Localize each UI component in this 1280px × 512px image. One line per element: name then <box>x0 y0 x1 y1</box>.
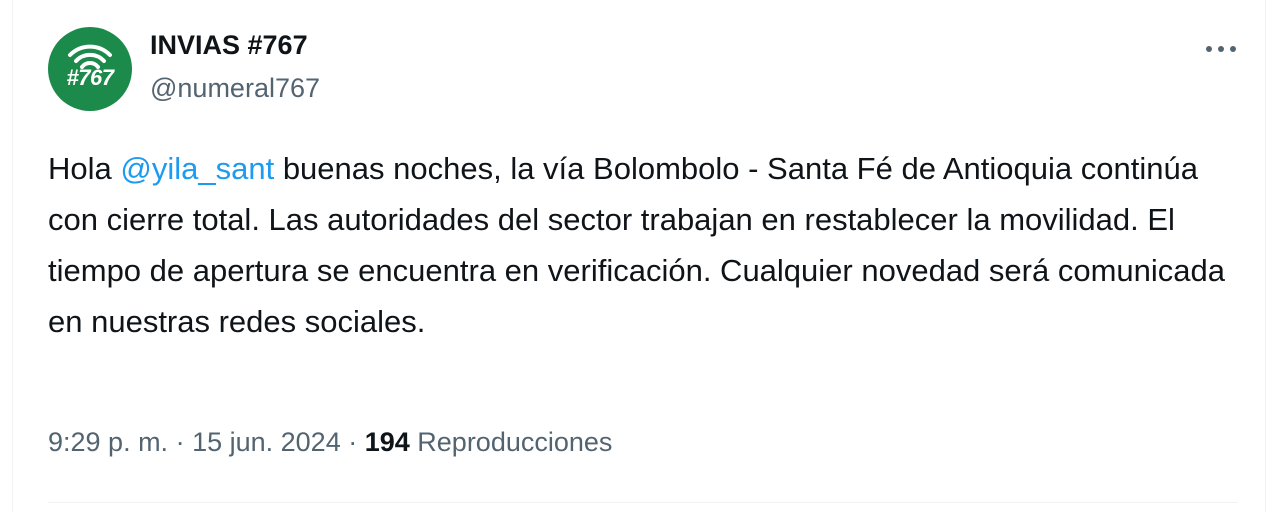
avatar[interactable]: #767 <box>48 27 132 111</box>
tweet-text: Hola @yila_sant buenas noches, la vía Bo… <box>48 143 1238 347</box>
views-label: Reproducciones <box>409 427 613 457</box>
timestamp-date[interactable]: 15 jun. 2024 <box>192 427 341 457</box>
divider <box>48 502 1238 503</box>
more-options-button[interactable] <box>1199 32 1243 66</box>
tweet-meta: 9:29 p. m. · 15 jun. 2024 · 194 Reproduc… <box>48 427 612 458</box>
tweet-card: #767 INVIAS #767 @numeral767 Hola @yila_… <box>12 0 1266 512</box>
author-display-name[interactable]: INVIAS #767 <box>150 30 308 61</box>
timestamp-time[interactable]: 9:29 p. m. <box>48 427 168 457</box>
avatar-label: #767 <box>66 65 114 90</box>
more-horizontal-icon <box>1206 46 1236 52</box>
tweet-text-start: Hola <box>48 151 121 186</box>
author-handle[interactable]: @numeral767 <box>150 73 320 104</box>
views-count: 194 <box>364 427 410 457</box>
meta-separator: · <box>340 427 365 457</box>
mention-link[interactable]: @yila_sant <box>120 151 274 186</box>
meta-separator: · <box>168 427 193 457</box>
